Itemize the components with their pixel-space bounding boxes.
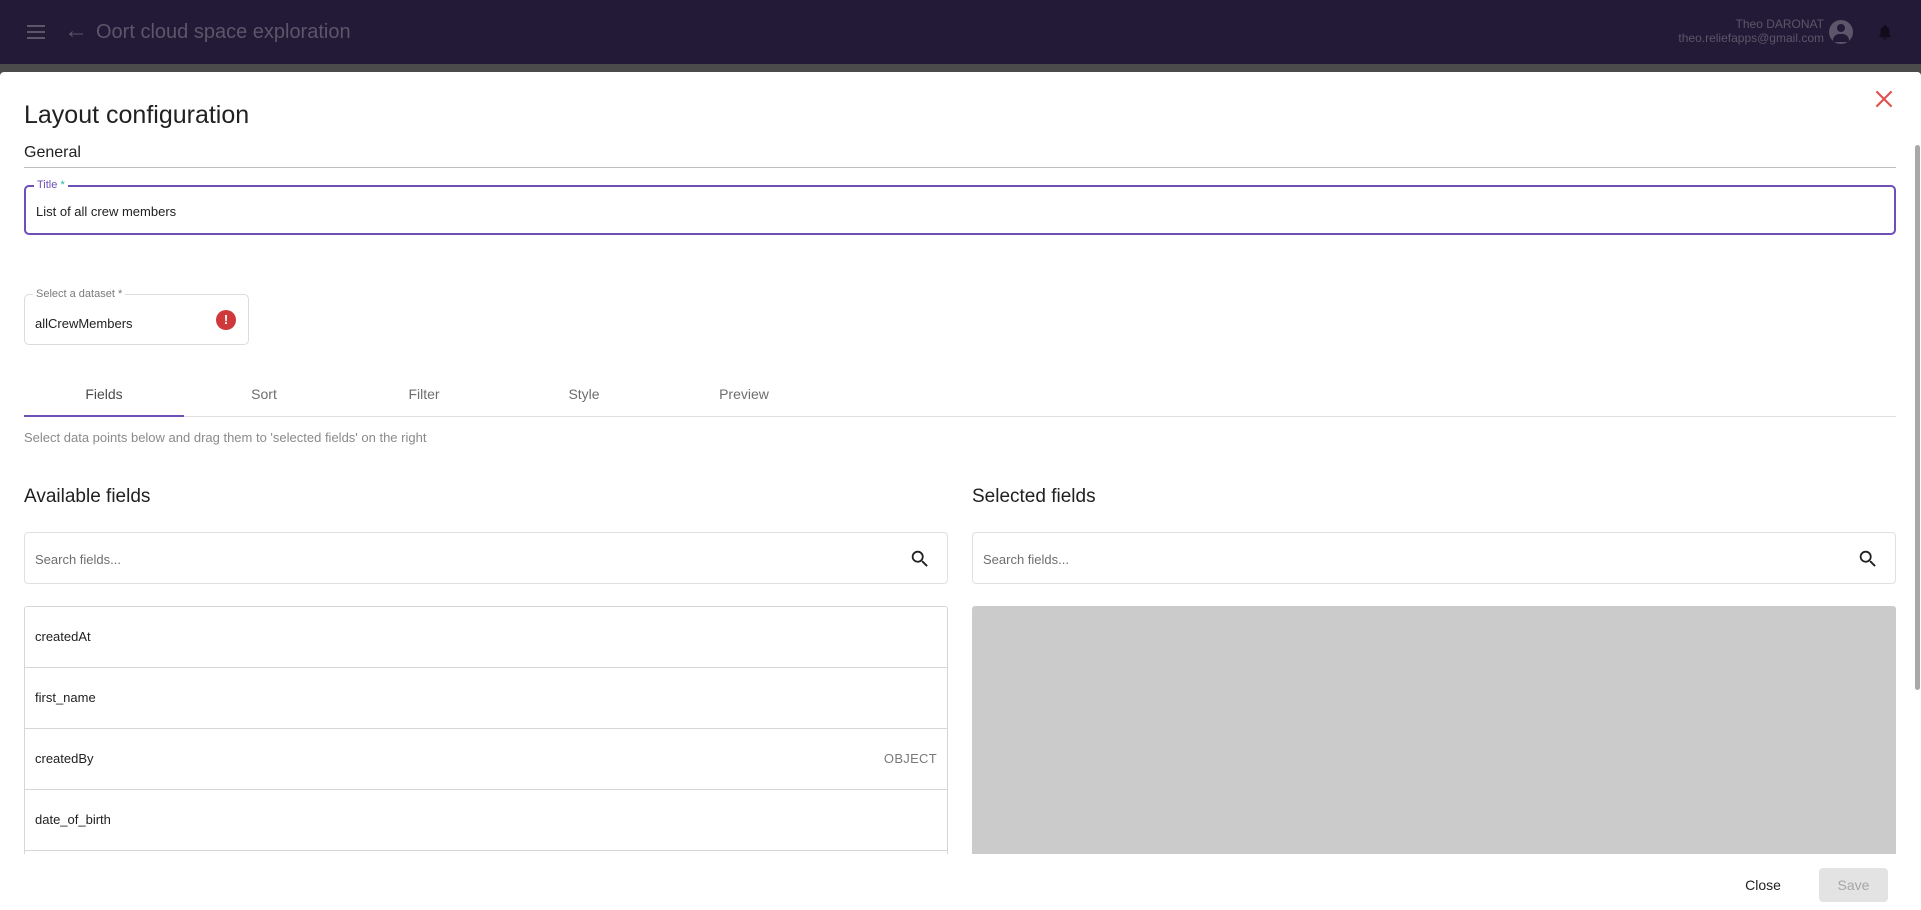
scrollbar[interactable]	[1913, 72, 1921, 910]
app-header: ← Oort cloud space exploration Theo DARO…	[0, 0, 1921, 64]
scrollbar-thumb[interactable]	[1915, 145, 1920, 690]
close-button[interactable]: Close	[1735, 868, 1791, 902]
dataset-select[interactable]: Select a dataset * allCrewMembers !	[24, 287, 249, 345]
divider	[24, 167, 1896, 168]
dataset-select-label: Select a dataset *	[33, 287, 126, 301]
selected-fields-search-input[interactable]	[983, 548, 1843, 570]
title-field-label: Title *	[34, 178, 68, 192]
field-name: createdAt	[35, 629, 91, 644]
available-fields-search-input[interactable]	[35, 548, 895, 570]
search-icon[interactable]	[909, 548, 931, 570]
close-icon[interactable]	[1871, 86, 1897, 112]
account-circle-icon[interactable]	[1829, 20, 1853, 44]
field-name: first_name	[35, 690, 96, 705]
user-info: Theo DARONAT theo.reliefapps@gmail.com	[1678, 17, 1824, 45]
arrow-back-icon[interactable]: ←	[64, 18, 90, 44]
title-input[interactable]	[36, 199, 1876, 223]
fields-helper-text: Select data points below and drag them t…	[24, 430, 427, 445]
title-field[interactable]: Title *	[24, 178, 1896, 235]
save-button[interactable]: Save	[1819, 868, 1888, 902]
layout-config-dialog: Layout configuration General Title * Sel…	[0, 72, 1921, 910]
selected-fields-search	[972, 532, 1896, 584]
field-item[interactable]: date_of_birth	[25, 790, 947, 851]
search-icon[interactable]	[1857, 548, 1879, 570]
field-item[interactable]: first_name	[25, 668, 947, 729]
tab-sort[interactable]: Sort	[184, 374, 344, 416]
dataset-select-value: allCrewMembers	[35, 316, 133, 331]
dialog-footer: Close Save	[0, 854, 1913, 910]
tab-fields[interactable]: Fields	[24, 374, 184, 417]
field-type: OBJECT	[883, 751, 937, 766]
field-item[interactable]: createdBy OBJECT	[25, 729, 947, 790]
error-icon: !	[216, 310, 236, 330]
dialog-title: Layout configuration	[24, 101, 250, 129]
user-name: Theo DARONAT	[1735, 17, 1824, 31]
user-email: theo.reliefapps@gmail.com	[1678, 31, 1824, 45]
bell-icon[interactable]	[1876, 21, 1894, 43]
section-general-heading: General	[24, 144, 81, 161]
selected-fields-heading: Selected fields	[972, 486, 1096, 507]
selected-fields-drop-zone[interactable]	[972, 606, 1896, 854]
menu-icon[interactable]	[24, 20, 48, 44]
available-fields-heading: Available fields	[24, 486, 151, 507]
tab-preview[interactable]: Preview	[664, 374, 824, 416]
field-item[interactable]: createdAt	[25, 607, 947, 668]
field-name: date_of_birth	[35, 812, 111, 827]
app-title: Oort cloud space exploration	[96, 21, 351, 43]
config-tabs: Fields Sort Filter Style Preview	[24, 374, 1896, 417]
tab-filter[interactable]: Filter	[344, 374, 504, 416]
field-name: createdBy	[35, 751, 94, 766]
available-fields-list: createdAt first_name createdBy OBJECT da…	[24, 606, 948, 854]
tab-style[interactable]: Style	[504, 374, 664, 416]
available-fields-search	[24, 532, 948, 584]
